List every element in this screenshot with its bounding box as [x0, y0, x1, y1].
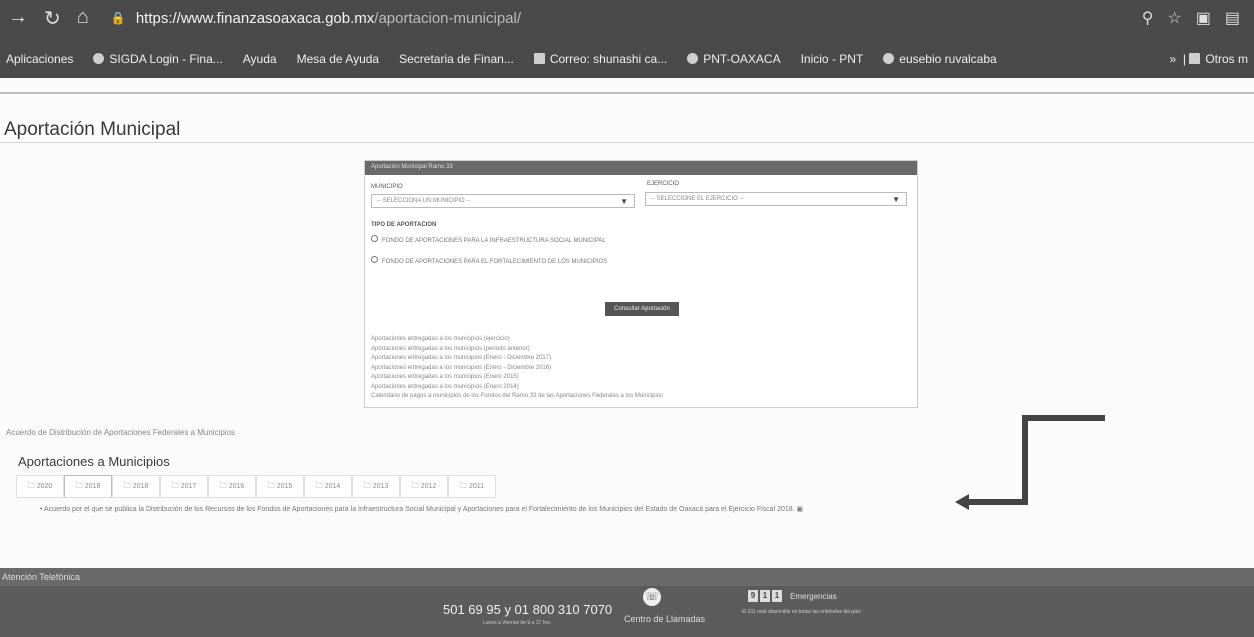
year-tabs: 🗀 2020 🗀 2019 🗀 2018 🗀 2017 🗀 2016 🗀 201… [16, 475, 496, 498]
link-item[interactable]: Aportaciones entregadas a los municipios… [371, 335, 663, 345]
emergency-digit: 1 [772, 590, 782, 602]
title-divider [0, 142, 1254, 143]
call-center[interactable]: ☏ [636, 588, 668, 606]
radio-fortamun[interactable]: FONDO DE APORTACIONES PARA EL FORTALECIM… [371, 256, 631, 267]
toolbar-icons: ⚲ ☆ ▣ ▤ [1142, 8, 1240, 28]
wordpress-icon [883, 53, 895, 64]
home-icon[interactable]: ⌂ [77, 6, 89, 31]
tab-year[interactable]: 🗀 2015 [256, 475, 304, 497]
lock-icon: 🔒 [110, 11, 126, 25]
url-host: https://www.finanzasoaxaca.gob.mx [135, 9, 375, 27]
forward-icon[interactable]: → [8, 6, 28, 31]
chevron-down-icon: ▼ [620, 197, 628, 206]
tab-year[interactable]: 🗀 2019 [64, 475, 112, 497]
emergency-label: Emergencias [790, 591, 837, 601]
aportacion-form-panel: Aportación Municipal Ramo 33 MUNICIPIO -… [364, 160, 918, 408]
description-link[interactable]: Acuerdo por el que se publica la Distrib… [44, 506, 795, 513]
zoom-icon[interactable]: ⚲ [1142, 8, 1154, 28]
radio-fism[interactable]: FONDO DE APORTACIONES PARA LA INFRAESTRU… [371, 235, 631, 246]
consultar-button[interactable]: Consultar Aportación [605, 302, 679, 316]
star-icon[interactable]: ☆ [1167, 8, 1181, 28]
phone-number: 501 69 95 y 01 800 310 7070 [443, 602, 613, 617]
nav-buttons: → ↻ ⌂ [8, 6, 89, 31]
globe-icon [687, 53, 699, 64]
globe-icon [93, 53, 105, 64]
bookmark-correo[interactable]: Correo: shunashi ca... [533, 52, 667, 66]
link-item[interactable]: Aportaciones entregadas a los municipios… [371, 345, 663, 355]
emergency-subtext: El 911 está disponible en todas las enti… [742, 609, 861, 615]
address-bar-row: → ↻ ⌂ 🔒 https://www.finanzasoaxaca.gob.m… [0, 0, 1254, 36]
emergency-badge: 9 1 1 Emergencias [748, 590, 837, 602]
pdf-icon[interactable]: ▣ [797, 506, 804, 513]
bookmark-secretaria[interactable]: Secretaria de Finan... [399, 52, 514, 66]
url-path: /aportacion-municipal/ [374, 9, 522, 27]
bookmark-mesa[interactable]: Mesa de Ayuda [297, 52, 380, 66]
footer: Atención Telefónica 501 69 95 y 01 800 3… [0, 568, 1254, 637]
footer-label: Atención Telefónica [0, 568, 1254, 586]
bookmark-ayuda[interactable]: Ayuda [243, 52, 277, 66]
profile-icon[interactable]: ▤ [1225, 8, 1240, 28]
tab-year[interactable]: 🗀 2016 [208, 475, 256, 497]
arrow-head [955, 494, 969, 510]
phone-icon: ☏ [643, 588, 661, 606]
radio-icon [371, 235, 378, 242]
tab-year[interactable]: 🗀 2018 [112, 475, 160, 497]
bookmark-pnt-oaxaca[interactable]: PNT-OAXACA [687, 52, 781, 66]
panel-header: Aportación Municipal Ramo 33 [365, 161, 917, 175]
emergency-digit: 9 [748, 590, 758, 602]
tab-year[interactable]: 🗀 2012 [400, 475, 448, 497]
municipio-select[interactable]: -- SELECCIONA UN MUNICIPIO -- ▼ [371, 194, 635, 208]
arrow-annotation [955, 415, 1105, 510]
link-item[interactable]: Aportaciones entregadas a los municipios… [371, 373, 663, 383]
bookmark-sigda[interactable]: SIGDA Login - Fina... [93, 52, 223, 66]
section-title: Aportaciones a Municipios [18, 454, 170, 469]
radio-icon [371, 256, 378, 263]
address-bar[interactable]: https://www.finanzasoaxaca.gob.mx/aporta… [136, 10, 521, 27]
panel-links: Aportaciones entregadas a los municipios… [371, 335, 663, 402]
tab-year[interactable]: 🗀 2011 [448, 475, 496, 497]
link-item[interactable]: Aportaciones entregadas a los municipios… [371, 354, 663, 364]
tipo-aportacion-label: TIPO DE APORTACION [371, 222, 437, 228]
link-item[interactable]: Aportaciones entregadas a los municipios… [371, 383, 663, 393]
bookmark-inicio-pnt[interactable]: Inicio - PNT [801, 52, 864, 66]
phone-hours: Lunes a Viernes de 9 a 17 hrs. [483, 620, 552, 626]
link-item[interactable]: Aportaciones entregadas a los municipios… [371, 364, 663, 374]
header-divider [0, 92, 1254, 94]
emergency-digit: 1 [760, 590, 770, 602]
call-center-label: Centro de Llamadas [624, 614, 706, 624]
chevron-down-icon: ▼ [892, 195, 900, 204]
tab-year[interactable]: 🗀 2020 [16, 475, 64, 497]
bookmarks-bar: Aplicaciones SIGDA Login - Fina... Ayuda… [0, 44, 1254, 74]
arrow-line [965, 415, 1105, 505]
section-description: • Acuerdo por el que se publica la Distr… [40, 506, 804, 513]
tab-year[interactable]: 🗀 2017 [160, 475, 208, 497]
page-title: Aportación Municipal [4, 119, 181, 140]
browser-chrome: → ↻ ⌂ 🔒 https://www.finanzasoaxaca.gob.m… [0, 0, 1254, 78]
extension-icon[interactable]: ▣ [1196, 8, 1211, 28]
mail-icon [533, 53, 545, 64]
tab-year[interactable]: 🗀 2013 [352, 475, 400, 497]
municipio-label: MUNICIPIO [371, 184, 403, 190]
ejercicio-select[interactable]: -- SELECCIONE EL EJERCICIO -- ▼ [645, 192, 907, 206]
bookmark-apps[interactable]: Aplicaciones [6, 52, 73, 66]
bookmark-eusebio[interactable]: eusebio ruvalcaba [883, 52, 997, 66]
link-item[interactable]: Calendario de pagos a municipios de los … [371, 392, 663, 402]
reload-icon[interactable]: ↻ [44, 6, 61, 31]
info-link[interactable]: Acuerdo de Distribución de Aportaciones … [6, 428, 235, 437]
ejercicio-label: EJERCICIO [647, 181, 680, 187]
tab-year[interactable]: 🗀 2014 [304, 475, 352, 497]
folder-icon [1189, 53, 1201, 64]
bookmarks-overflow[interactable]: » | Otros m [1170, 52, 1248, 66]
